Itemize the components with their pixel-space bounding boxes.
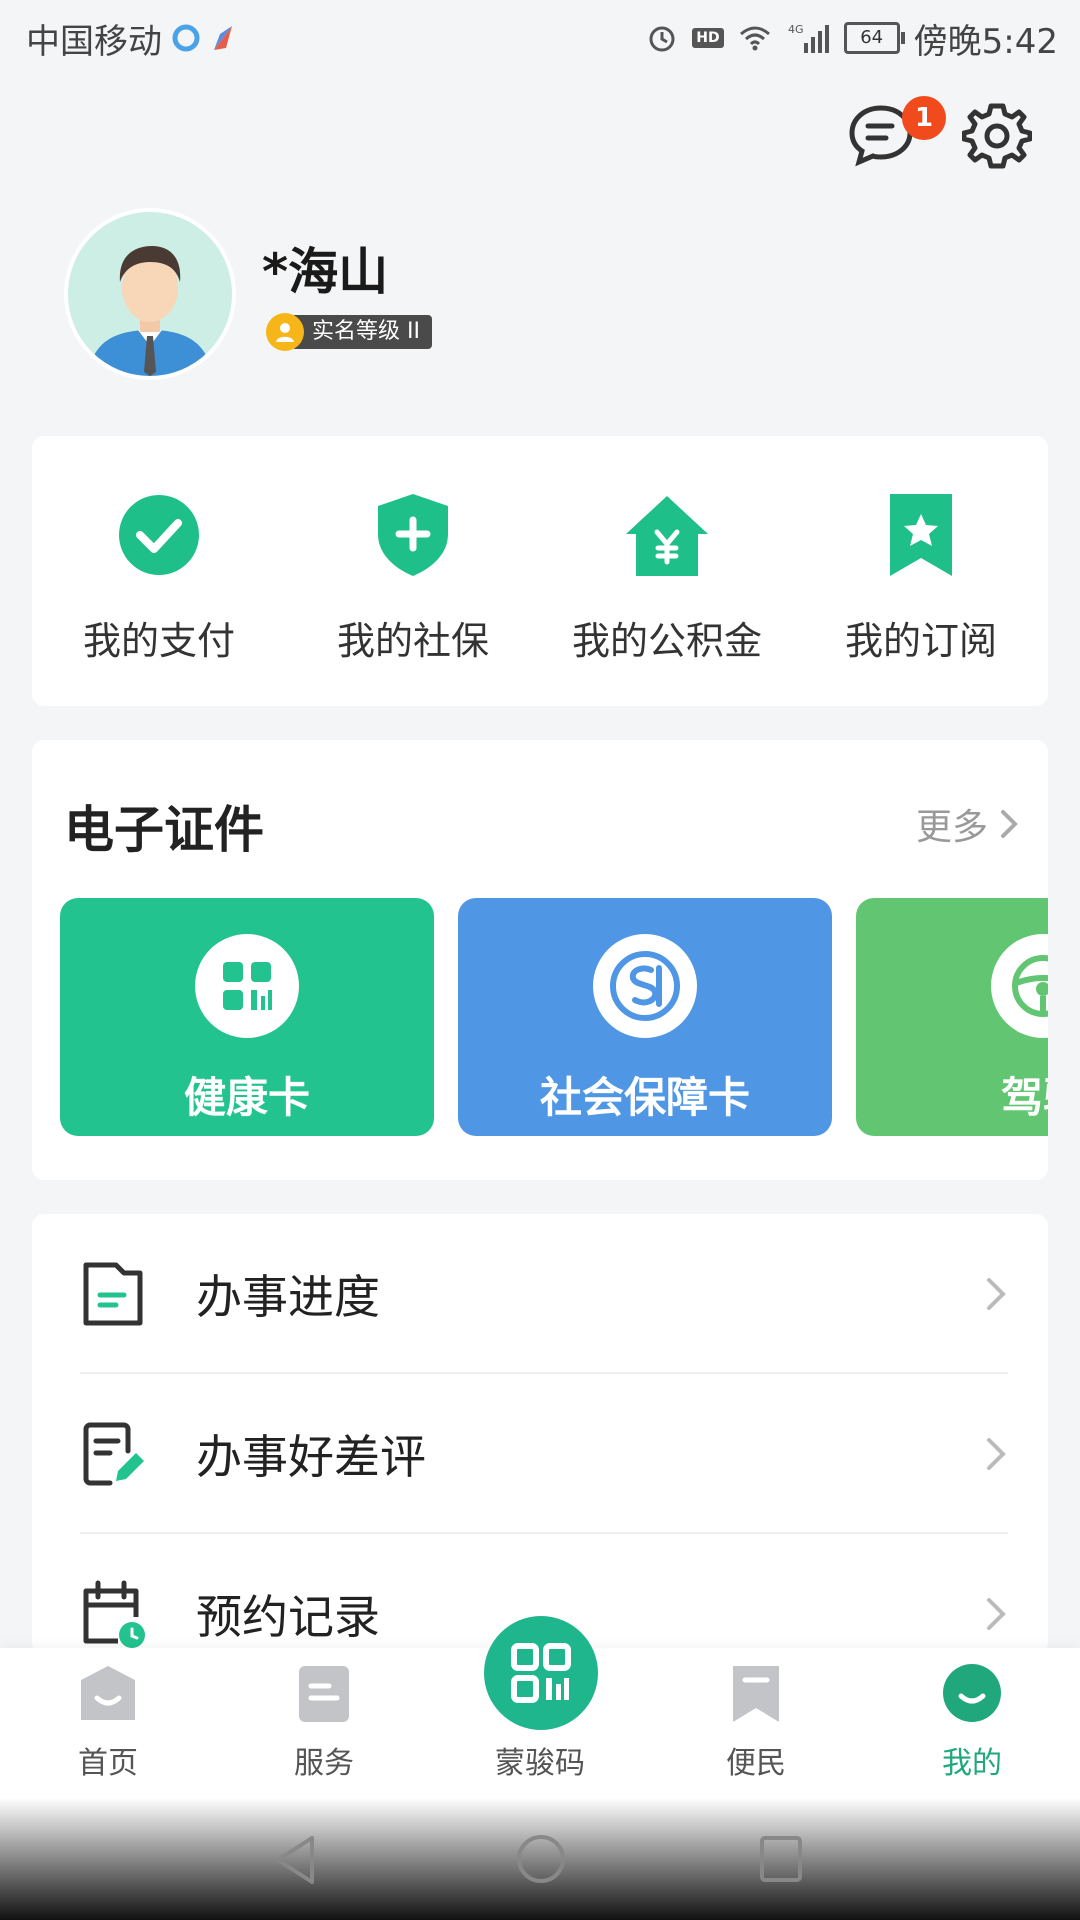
menu-item-review[interactable]: 办事好差评 — [32, 1374, 1048, 1534]
verify-level-text: 实名等级 II — [294, 315, 432, 349]
settings-button[interactable] — [961, 100, 1033, 174]
clock: 傍晚5:42 — [913, 21, 1058, 62]
status-app-icons — [170, 18, 240, 62]
check-circle-icon — [119, 495, 199, 575]
alarm-icon — [649, 26, 675, 52]
home-icon — [81, 1666, 135, 1720]
qrcode-icon — [511, 1643, 571, 1703]
verify-level-badge[interactable]: 实名等级 II — [266, 312, 432, 352]
house-yuan-icon — [626, 496, 708, 576]
nav-tab-mine[interactable]: 我的 — [872, 1662, 1072, 1782]
nav-tab-home[interactable]: 首页 — [8, 1662, 208, 1782]
quick-action-social-security[interactable]: 我的社保 — [286, 436, 540, 706]
wifi-icon — [739, 26, 770, 51]
quick-action-label: 我的支付 — [82, 619, 235, 663]
chevron-right-icon — [987, 1438, 1006, 1470]
bottom-navigation: 首页 服务 蒙骏码 便民 我的 — [0, 1616, 1080, 1798]
nav-tab-services[interactable]: 服务 — [224, 1662, 424, 1782]
certificate-name: 社会保障卡 — [539, 1073, 750, 1122]
driving-license-card[interactable]: 驾驶 — [856, 898, 1048, 1136]
verified-user-icon — [266, 313, 304, 351]
nav-label: 蒙骏码 — [495, 1746, 585, 1781]
profile-icon — [943, 1664, 1001, 1722]
chevron-right-icon — [987, 1278, 1006, 1310]
bookmark-star-icon — [890, 494, 952, 576]
quick-actions-card: 我的支付 我的社保 我的公积金 我的订阅 — [32, 436, 1048, 706]
messages-button[interactable]: 1 — [846, 96, 946, 170]
nav-tab-convenience[interactable]: 便民 — [656, 1662, 856, 1782]
more-label: 更多 — [915, 807, 988, 848]
signal-icon: 4G — [788, 23, 829, 53]
carrier-label: 中国移动 — [26, 22, 162, 62]
services-icon — [299, 1666, 349, 1722]
chevron-right-icon — [1001, 810, 1018, 838]
certificate-name: 驾驶 — [1000, 1073, 1048, 1122]
section-title: 电子证件 — [64, 801, 264, 859]
menu-item-label: 办事好差评 — [196, 1430, 426, 1484]
quick-action-label: 我的订阅 — [844, 619, 997, 663]
steering-wheel-icon — [991, 934, 1048, 1038]
e-certificates-card: 电子证件 更多 健康卡 社会保障卡 驾 — [32, 740, 1048, 1180]
edit-review-icon — [83, 1422, 144, 1486]
bookmark-icon — [733, 1666, 779, 1722]
nav-label: 首页 — [78, 1746, 138, 1781]
nav-label: 服务 — [294, 1746, 354, 1781]
social-security-card[interactable]: 社会保障卡 — [458, 898, 832, 1136]
menu-item-label: 预约记录 — [196, 1590, 380, 1644]
home-button-icon[interactable] — [514, 1832, 568, 1886]
shield-plus-icon — [378, 494, 448, 576]
message-badge: 1 — [902, 96, 946, 140]
status-bar: 中国移动 HD 4G 64 傍晚5:42 — [0, 0, 1080, 78]
certificate-carousel[interactable]: 健康卡 社会保障卡 驾驶 — [60, 898, 1048, 1136]
menu-item-label: 办事进度 — [196, 1270, 380, 1324]
health-qr-icon — [195, 934, 299, 1038]
health-card[interactable]: 健康卡 — [60, 898, 434, 1136]
quick-action-housing-fund[interactable]: 我的公积金 — [540, 436, 794, 706]
recents-icon[interactable] — [756, 1832, 806, 1886]
document-icon — [83, 1262, 143, 1326]
more-link[interactable]: 更多 — [916, 798, 1018, 850]
nav-label: 便民 — [726, 1746, 786, 1781]
quick-action-label: 我的公积金 — [571, 619, 762, 663]
quick-action-label: 我的社保 — [336, 619, 489, 663]
system-navigation-bar — [0, 1798, 1080, 1920]
social-security-logo-icon — [593, 934, 697, 1038]
gear-icon — [961, 103, 1033, 169]
hd-icon: HD — [692, 28, 724, 48]
nav-tab-qrcode[interactable] — [484, 1616, 598, 1730]
battery-icon: 64 — [843, 22, 905, 54]
back-icon[interactable] — [270, 1832, 320, 1888]
network-label: 4G — [788, 23, 804, 36]
menu-item-progress[interactable]: 办事进度 — [32, 1214, 1048, 1374]
quick-action-subscription[interactable]: 我的订阅 — [794, 436, 1048, 706]
quick-action-payment[interactable]: 我的支付 — [32, 436, 286, 706]
calendar-clock-icon — [83, 1580, 145, 1648]
header-actions: 1 — [846, 96, 1033, 174]
avatar[interactable] — [64, 208, 236, 380]
chevron-right-icon — [987, 1598, 1006, 1630]
nav-label: 我的 — [942, 1746, 1002, 1781]
user-name: *海山 — [262, 243, 389, 301]
certificate-name: 健康卡 — [183, 1073, 310, 1122]
service-menu-card: 办事进度 办事好差评 预约记录 — [32, 1214, 1048, 1654]
